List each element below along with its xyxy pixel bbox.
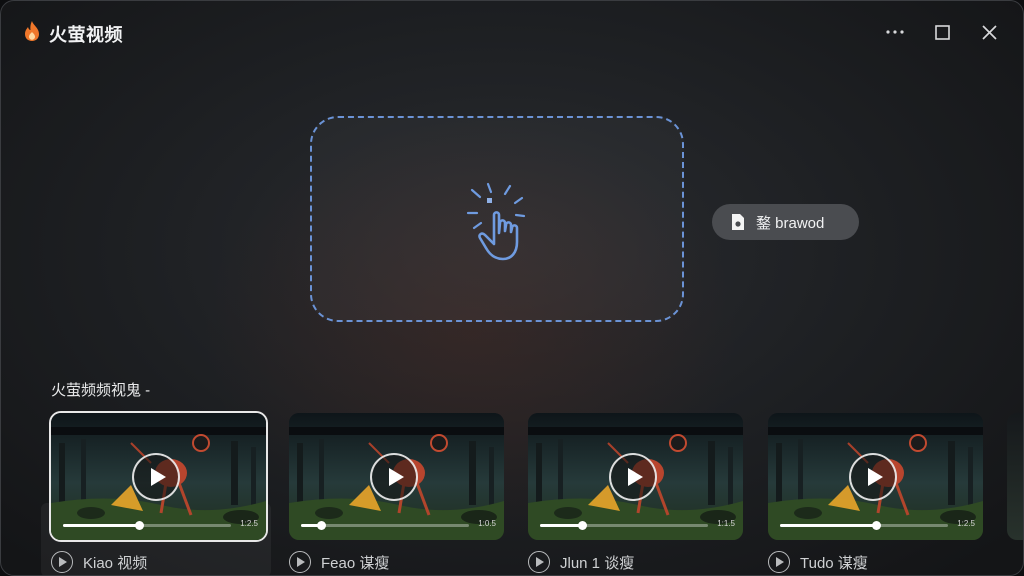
video-duration: 1:2.5: [957, 519, 975, 528]
caption-play-icon[interactable]: [289, 551, 311, 573]
play-icon[interactable]: [132, 453, 180, 501]
progress-bar[interactable]: [540, 521, 708, 530]
partial-video-thumbnail[interactable]: [1007, 413, 1023, 540]
caption-play-icon[interactable]: [768, 551, 790, 573]
video-caption[interactable]: Kiao 视频: [51, 550, 147, 574]
side-pill-label: 鍪 brawod: [756, 214, 825, 232]
video-duration: 1:2.5: [240, 519, 258, 528]
video-caption[interactable]: Tudo 谋瘦: [768, 550, 868, 574]
video-duration: 1:1.5: [717, 519, 735, 528]
title-bar: 火萤视频: [1, 1, 1023, 63]
video-thumbnail[interactable]: 1:2.5: [768, 413, 983, 540]
progress-fill: [540, 524, 582, 527]
drop-zone[interactable]: [310, 116, 684, 322]
play-icon[interactable]: [609, 453, 657, 501]
video-caption[interactable]: Feao 谋瘦: [289, 550, 389, 574]
more-options-button[interactable]: [882, 19, 908, 45]
maximize-icon: [934, 24, 950, 40]
video-thumbnail[interactable]: 1:2.5: [49, 411, 268, 542]
progress-bar[interactable]: [63, 521, 231, 530]
file-icon: [732, 214, 744, 230]
progress-bar[interactable]: [780, 521, 948, 530]
more-icon: [886, 30, 904, 34]
video-thumbnail[interactable]: 1:0.5: [289, 413, 504, 540]
progress-fill: [63, 524, 139, 527]
play-icon[interactable]: [849, 453, 897, 501]
progress-bar[interactable]: [301, 521, 469, 530]
caption-play-icon[interactable]: [51, 551, 73, 573]
progress-handle[interactable]: [134, 521, 144, 530]
side-action-pill[interactable]: 鍪 brawod: [712, 204, 859, 240]
video-title: Kiao 视频: [83, 554, 148, 572]
close-icon: [981, 24, 997, 40]
section-title: 火萤频频视鬼 -: [51, 382, 151, 399]
caption-play-icon[interactable]: [528, 551, 550, 573]
video-thumbnail[interactable]: 1:1.5: [528, 413, 743, 540]
close-button[interactable]: [976, 19, 1002, 45]
video-title: Jlun 1 谈瘦: [560, 554, 635, 572]
progress-handle[interactable]: [578, 521, 587, 530]
progress-handle[interactable]: [871, 521, 881, 530]
video-title: Feao 谋瘦: [321, 554, 390, 572]
flame-logo-icon: [25, 21, 39, 41]
progress-fill: [780, 524, 876, 527]
video-title: Tudo 谋瘦: [800, 554, 868, 572]
video-caption[interactable]: Jlun 1 谈瘦: [528, 550, 634, 574]
app-title: 火萤视频: [49, 25, 123, 45]
maximize-button[interactable]: [929, 19, 955, 45]
app-window: 火萤视频 鍪 brawod 火萤频频视鬼 - 1:2.5 Kiao 视频 1:0…: [0, 0, 1024, 576]
tap-hand-icon: [466, 182, 526, 261]
play-icon[interactable]: [370, 453, 418, 501]
video-duration: 1:0.5: [478, 519, 496, 528]
